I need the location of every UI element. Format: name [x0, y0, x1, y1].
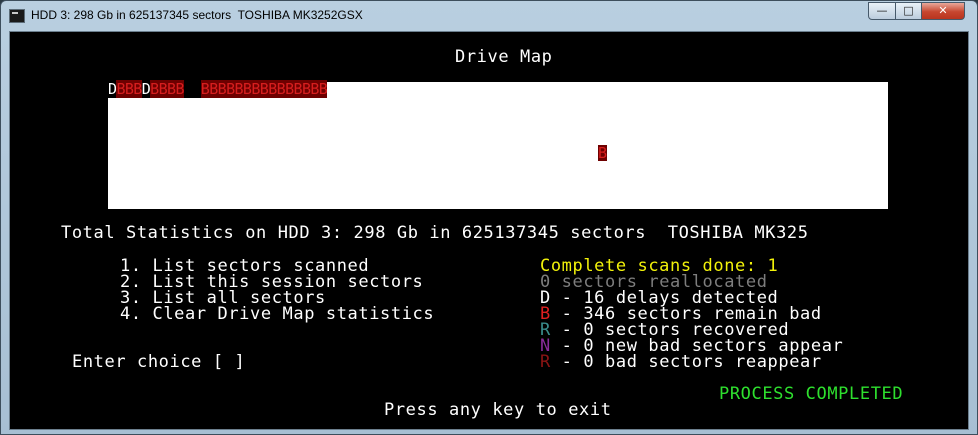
stat-text-reappear: - 0 bad sectors reappear — [550, 352, 822, 372]
map-block-d: D — [141, 80, 151, 98]
map-block-gap — [183, 80, 201, 98]
stat-reappear: R - 0 bad sectors reappear — [540, 353, 822, 371]
exit-hint: Press any key to exit — [384, 400, 612, 420]
process-status: PROCESS COMPLETED — [719, 384, 904, 404]
app-window: HDD 3: 298 Gb in 625137345 sectors TOSHI… — [0, 0, 978, 435]
map-block-b: BBBBBBBBBBBBBBB — [200, 80, 328, 98]
stat-code-reappear: R — [540, 352, 551, 372]
window-title: HDD 3: 298 Gb in 625137345 sectors TOSHI… — [31, 8, 363, 22]
minimize-button[interactable]: — — [868, 2, 896, 20]
drive-map-heading: Drive Map — [455, 47, 553, 67]
drive-map-row: DBBBDBBBB BBBBBBBBBBBBBBB — [108, 80, 328, 98]
total-statistics: Total Statistics on HDD 3: 298 Gb in 625… — [61, 223, 809, 243]
close-button[interactable]: ✕ — [921, 2, 965, 20]
maximize-button[interactable]: □ — [895, 2, 922, 20]
drive-map — [108, 82, 888, 209]
menu-item-clear-map[interactable]: 4. Clear Drive Map statistics — [120, 305, 434, 323]
console-area[interactable]: Drive Map DBBBDBBBB BBBBBBBBBBBBBBB B To… — [9, 31, 969, 430]
drive-map-bad-block: B — [598, 144, 608, 162]
choice-prompt[interactable]: Enter choice [ ] — [72, 353, 245, 371]
map-block-b: BBBB — [150, 80, 185, 98]
console-app-icon — [9, 9, 25, 23]
title-bar[interactable]: HDD 3: 298 Gb in 625137345 sectors TOSHI… — [1, 1, 977, 31]
map-block-b: BBB — [116, 80, 142, 98]
